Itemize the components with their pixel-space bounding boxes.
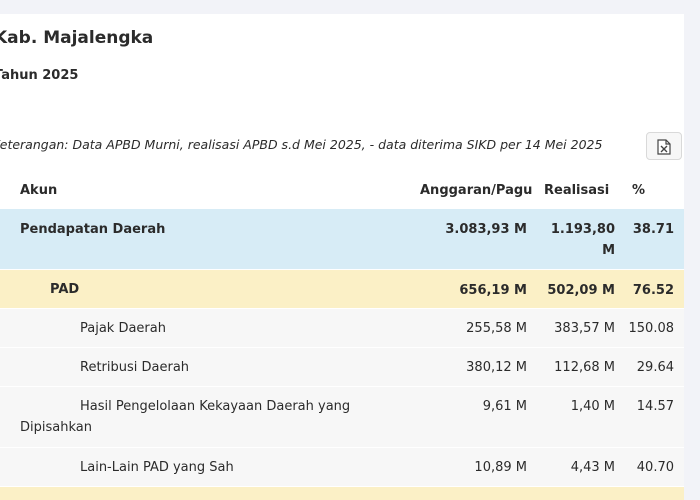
column-header-anggaran[interactable]: Anggaran/Pagu xyxy=(420,180,532,201)
row-persen: 76.52 xyxy=(632,283,674,298)
row-realisasi: 112,68 M xyxy=(554,360,615,375)
export-excel-button[interactable] xyxy=(646,132,682,160)
row-realisasi: 1,40 M xyxy=(570,399,615,414)
table-row[interactable]: Pendapatan Daerah 3.083,93 M 1.193,80 M … xyxy=(0,209,684,270)
table-row[interactable]: Hasil Pengelolaan Kekayaan Daerah yang D… xyxy=(0,387,684,448)
row-persen: 14.57 xyxy=(636,399,674,414)
row-akun: Pendapatan Daerah xyxy=(20,222,166,237)
table-row[interactable]: PAD 656,19 M 502,09 M 76.52 xyxy=(0,270,684,309)
column-header-persen[interactable]: % xyxy=(632,180,684,201)
column-header-realisasi[interactable]: Realisasi xyxy=(544,180,619,201)
table-row-partial xyxy=(0,487,684,500)
report-card: Kab. Majalengka Tahun 2025 Keterangan: D… xyxy=(0,14,684,500)
row-realisasi: 1.193,80 M xyxy=(550,222,615,258)
row-realisasi: 502,09 M xyxy=(547,283,615,298)
page-title: Kab. Majalengka xyxy=(0,28,154,48)
row-realisasi: 4,43 M xyxy=(570,460,615,475)
row-persen: 150.08 xyxy=(628,321,675,336)
row-anggaran: 380,12 M xyxy=(466,360,527,375)
row-anggaran: 255,58 M xyxy=(466,321,527,336)
row-anggaran: 656,19 M xyxy=(459,283,527,298)
table-row[interactable]: Lain-Lain PAD yang Sah 10,89 M 4,43 M 40… xyxy=(0,448,684,487)
row-akun: PAD xyxy=(50,282,80,297)
table-header-row: Akun Anggaran/Pagu Realisasi % xyxy=(0,171,684,209)
row-akun: Hasil Pengelolaan Kekayaan Daerah yang D… xyxy=(20,399,351,435)
table-row[interactable]: Pajak Daerah 255,58 M 383,57 M 150.08 xyxy=(0,309,684,348)
column-header-akun[interactable]: Akun xyxy=(20,180,420,201)
row-anggaran: 3.083,93 M xyxy=(445,222,527,237)
excel-file-icon xyxy=(657,139,671,155)
row-anggaran: 9,61 M xyxy=(482,399,527,414)
apbd-table: Akun Anggaran/Pagu Realisasi % Pendapata… xyxy=(0,171,684,500)
table-row[interactable]: Retribusi Daerah 380,12 M 112,68 M 29.64 xyxy=(0,348,684,387)
row-realisasi: 383,57 M xyxy=(554,321,615,336)
row-persen: 40.70 xyxy=(636,460,674,475)
row-persen: 29.64 xyxy=(636,360,674,375)
row-anggaran: 10,89 M xyxy=(474,460,527,475)
data-note: Keterangan: Data APBD Murni, realisasi A… xyxy=(0,137,603,152)
row-persen: 38.71 xyxy=(632,222,674,237)
year-subtitle: Tahun 2025 xyxy=(0,68,79,83)
